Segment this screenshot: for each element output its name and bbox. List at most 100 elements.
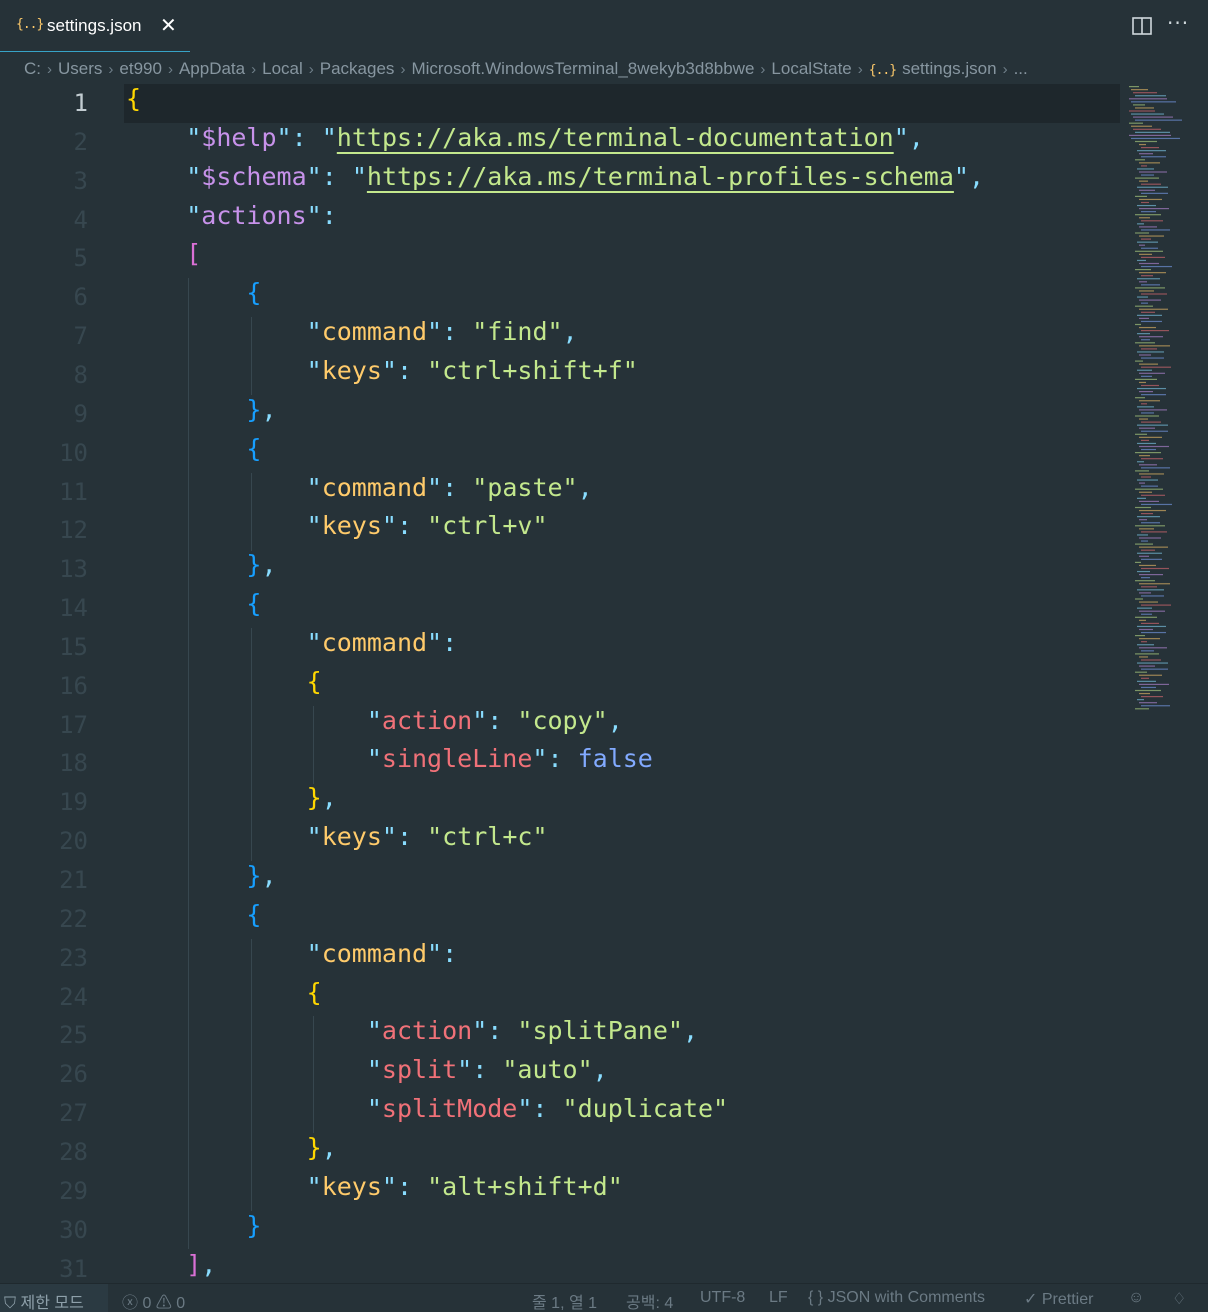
minimap-line [1139, 418, 1148, 420]
breadcrumb-label: ... [1013, 59, 1028, 78]
line-number: 25 [59, 1021, 88, 1049]
notifications-bell-icon[interactable]: ♢ [1172, 1289, 1186, 1309]
code-line[interactable]: "action": "splitPane", [126, 1016, 698, 1055]
minimap-line [1139, 381, 1146, 384]
minimap[interactable] [1125, 84, 1187, 724]
minimap-line [1135, 561, 1141, 563]
eol-setting[interactable]: LF [769, 1289, 788, 1307]
minimap-line [1139, 601, 1158, 603]
encoding-setting[interactable]: UTF-8 [700, 1289, 745, 1307]
tab-settings-json[interactable]: {..} settings.json ✕ [0, 0, 190, 52]
code-line[interactable]: "keys": "alt+shift+d" [126, 1172, 623, 1211]
code-line[interactable]: ], [126, 1250, 216, 1282]
line-number: 18 [59, 749, 88, 777]
feedback-icon[interactable]: ☺ [1128, 1289, 1144, 1307]
minimap-line [1139, 235, 1164, 237]
vertical-scrollbar[interactable] [1187, 84, 1208, 1282]
chevron-right-icon: › [108, 60, 114, 78]
line-number: 3 [73, 167, 88, 195]
minimap-line [1141, 485, 1158, 487]
code-line[interactable]: "$schema": "https://aka.ms/terminal-prof… [126, 162, 984, 201]
code-line[interactable]: "action": "copy", [126, 706, 623, 745]
more-actions-icon[interactable]: ··· [1167, 11, 1189, 35]
breadcrumb-item[interactable]: C: [24, 59, 41, 79]
close-icon[interactable]: ✕ [160, 13, 177, 37]
language-mode[interactable]: { } JSON with Comments [808, 1289, 985, 1307]
minimap-line [1139, 317, 1149, 319]
line-number: 23 [59, 944, 88, 972]
breadcrumb-item[interactable]: AppData [179, 59, 245, 79]
code-line[interactable]: "singleLine": false [126, 744, 653, 783]
warning-icon: ⚠ [155, 1295, 172, 1312]
minimap-line [1141, 577, 1150, 579]
code-line[interactable]: "keys": "ctrl+v" [126, 511, 548, 550]
code-line[interactable]: "command": [126, 628, 458, 667]
code-line[interactable]: "$help": "https://aka.ms/terminal-docume… [126, 123, 924, 162]
code-line[interactable]: "actions": [126, 201, 337, 240]
minimap-line [1139, 583, 1170, 585]
minimap-line [1135, 580, 1155, 582]
code-editor[interactable]: 1 2 3 4 5 6 7 8 9 10 11 12 13 14 15 16 17 18 19 20 21 22 23 24 2… [0, 84, 1125, 1282]
code-line[interactable]: "command": [126, 939, 458, 978]
breadcrumb-item[interactable]: ... [1014, 59, 1028, 79]
minimap-line [1139, 409, 1167, 411]
code-line[interactable]: { [126, 278, 261, 317]
code-line[interactable]: "command": "find", [126, 317, 578, 356]
minimap-line [1139, 555, 1149, 557]
code-line[interactable]: }, [126, 550, 276, 589]
code-line[interactable]: "command": "paste", [126, 473, 593, 512]
breadcrumb-item[interactable]: Packages [320, 59, 395, 79]
minimap-line [1141, 430, 1168, 432]
line-number: 9 [73, 400, 88, 428]
restricted-mode-indicator[interactable]: ⛉ 제한 모드 [0, 1284, 108, 1312]
minimap-line [1135, 95, 1166, 97]
code-line[interactable]: [ [126, 239, 201, 278]
minimap-line [1131, 113, 1164, 115]
minimap-line [1141, 631, 1166, 634]
code-line[interactable]: "split": "auto", [126, 1055, 608, 1094]
line-number: 5 [73, 244, 88, 272]
code-line[interactable]: "keys": "ctrl+shift+f" [126, 356, 638, 395]
code-line[interactable]: { [126, 84, 141, 123]
minimap-line [1141, 668, 1168, 670]
breadcrumb-item[interactable]: LocalState [771, 59, 851, 79]
code-line[interactable]: { [126, 900, 261, 939]
code-line[interactable]: } [126, 1211, 261, 1250]
breadcrumb-item[interactable]: Users [58, 59, 102, 79]
line-number: 21 [59, 866, 88, 894]
code-line[interactable]: }, [126, 395, 276, 434]
breadcrumb-item[interactable]: Microsoft.WindowsTerminal_8wekyb3d8bbwe [411, 59, 754, 79]
minimap-line [1129, 86, 1139, 88]
code-line[interactable]: "splitMode": "duplicate" [126, 1094, 728, 1133]
line-number: 26 [59, 1060, 88, 1088]
split-editor-icon[interactable] [1131, 15, 1153, 37]
problems-indicator[interactable]: ⓧ 0 ⚠ 0 [122, 1289, 185, 1312]
code-line[interactable]: { [126, 589, 261, 628]
breadcrumb-item[interactable]: Local [262, 59, 303, 79]
code-line[interactable]: { [126, 434, 261, 473]
breadcrumb-item[interactable]: et990 [119, 59, 162, 79]
code-line[interactable]: { [126, 667, 322, 706]
line-number: 1 [73, 89, 88, 117]
indentation-setting[interactable]: 공백: 4 [626, 1289, 673, 1312]
language-label: JSON with Comments [827, 1289, 985, 1306]
breadcrumb-label: C: [24, 59, 41, 78]
current-line-highlight [124, 84, 1120, 123]
prettier-status[interactable]: ✓ Prettier [1024, 1289, 1093, 1309]
minimap-line [1139, 482, 1145, 484]
code-line[interactable]: }, [126, 861, 276, 900]
minimap-line [1139, 683, 1169, 685]
code-line[interactable]: "keys": "ctrl+c" [126, 822, 548, 861]
minimap-line [1141, 220, 1163, 222]
minimap-line [1135, 119, 1182, 121]
line-number: 16 [59, 672, 88, 700]
minimap-line [1137, 241, 1158, 243]
minimap-line [1141, 403, 1147, 405]
minimap-line [1135, 671, 1147, 673]
breadcrumb-label: Microsoft.WindowsTerminal_8wekyb3d8bbwe [411, 59, 755, 78]
code-line[interactable]: }, [126, 1133, 337, 1172]
cursor-position[interactable]: 줄 1, 열 1 [532, 1289, 597, 1312]
code-line[interactable]: }, [126, 783, 337, 822]
code-line[interactable]: { [126, 978, 322, 1017]
breadcrumb-item[interactable]: {..} settings.json [869, 59, 997, 79]
